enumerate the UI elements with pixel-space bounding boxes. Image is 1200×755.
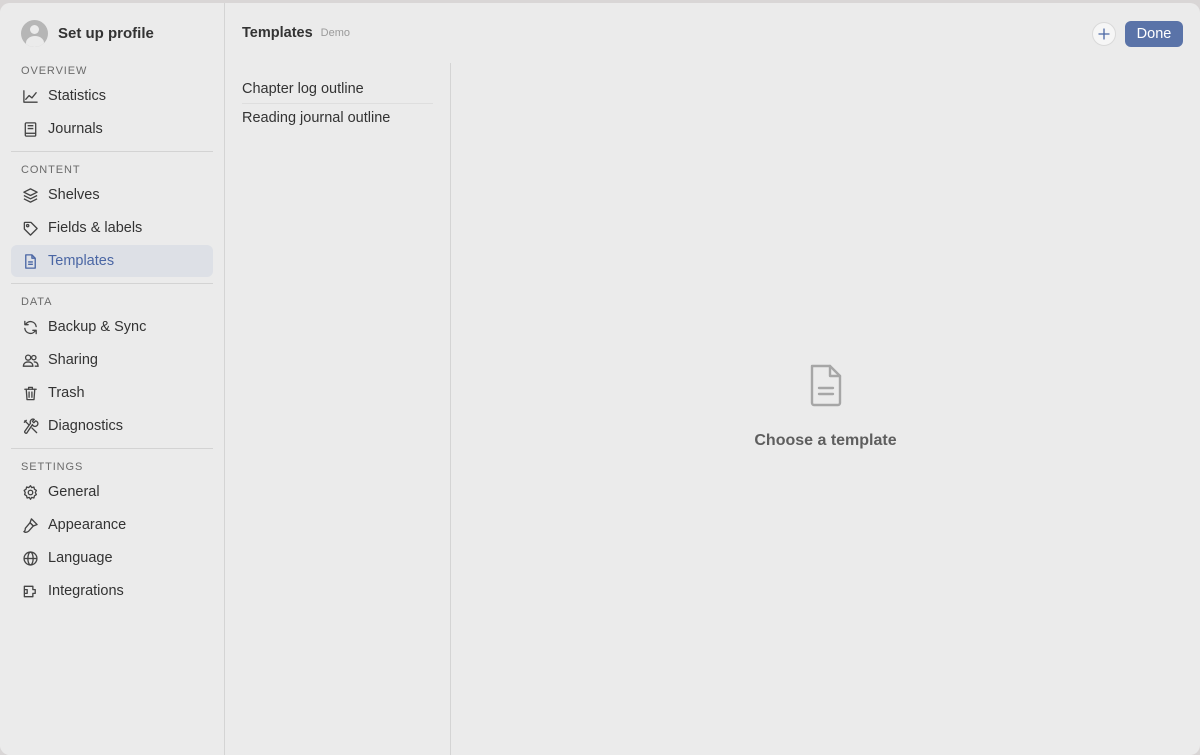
- sidebar-item-label: Integrations: [48, 583, 124, 599]
- page-title: Templates: [242, 25, 313, 41]
- sidebar-item-label: Templates: [48, 253, 115, 269]
- section-title-settings: SETTINGS: [21, 461, 84, 473]
- sidebar-item-trash[interactable]: Trash: [11, 377, 213, 409]
- people-icon: [21, 351, 39, 369]
- sync-icon: [21, 318, 39, 336]
- sidebar-item-journals[interactable]: Journals: [11, 113, 213, 145]
- sidebar-item-label: Fields & labels: [48, 220, 143, 236]
- main-pane: Templates Demo Done Chapter log outline …: [225, 3, 1200, 755]
- profile-button[interactable]: Set up profile: [11, 3, 213, 63]
- sidebar-item-label: Appearance: [48, 517, 127, 533]
- templates-list: Chapter log outline Reading journal outl…: [225, 63, 451, 755]
- sidebar: Set up profile OVERVIEW Statistics Journ…: [0, 3, 225, 755]
- book-icon: [21, 120, 39, 138]
- document-icon: [810, 364, 841, 407]
- sidebar-item-label: Diagnostics: [48, 418, 123, 434]
- header: Templates Demo Done: [225, 3, 1200, 63]
- plus-icon: [1098, 28, 1110, 40]
- sidebar-item-label: Language: [48, 550, 113, 566]
- sidebar-item-templates[interactable]: Templates: [11, 245, 213, 277]
- section-title-overview: OVERVIEW: [21, 65, 88, 77]
- gear-icon: [21, 483, 39, 501]
- sidebar-item-sharing[interactable]: Sharing: [11, 344, 213, 376]
- sidebar-item-label: Shelves: [48, 187, 100, 203]
- sidebar-item-fields-labels[interactable]: Fields & labels: [11, 212, 213, 244]
- sidebar-divider: [11, 448, 213, 449]
- sidebar-item-backup-sync[interactable]: Backup & Sync: [11, 311, 213, 343]
- settings-window: Set up profile OVERVIEW Statistics Journ…: [0, 3, 1200, 755]
- sidebar-item-label: Backup & Sync: [48, 319, 147, 335]
- sidebar-item-label: Trash: [48, 385, 85, 401]
- add-template-button[interactable]: [1092, 22, 1116, 46]
- sidebar-divider: [11, 283, 213, 284]
- sidebar-item-language[interactable]: Language: [11, 542, 213, 574]
- sidebar-item-diagnostics[interactable]: Diagnostics: [11, 410, 213, 442]
- globe-icon: [21, 549, 39, 567]
- plug-icon: [21, 582, 39, 600]
- sidebar-item-label: Journals: [48, 121, 103, 137]
- empty-state: Choose a template: [451, 363, 1200, 450]
- trash-icon: [21, 384, 39, 402]
- section-title-data: DATA: [21, 296, 53, 308]
- avatar-icon: [21, 19, 48, 47]
- sidebar-item-integrations[interactable]: Integrations: [11, 575, 213, 607]
- empty-state-label: Choose a template: [754, 432, 897, 449]
- tools-icon: [21, 417, 39, 435]
- demo-badge: Demo: [320, 27, 350, 39]
- done-button[interactable]: Done: [1125, 21, 1183, 47]
- sidebar-item-appearance[interactable]: Appearance: [11, 509, 213, 541]
- list-item[interactable]: Reading journal outline: [242, 104, 433, 133]
- tag-icon: [21, 219, 39, 237]
- sidebar-item-label: Statistics: [48, 88, 107, 104]
- sidebar-item-label: General: [48, 484, 100, 500]
- sidebar-item-statistics[interactable]: Statistics: [11, 80, 213, 112]
- template-detail: Choose a template: [451, 63, 1200, 755]
- sidebar-divider: [11, 151, 213, 152]
- layers-icon: [21, 186, 39, 204]
- sidebar-item-general[interactable]: General: [11, 476, 213, 508]
- sidebar-item-shelves[interactable]: Shelves: [11, 179, 213, 211]
- brush-icon: [21, 516, 39, 534]
- section-title-content: CONTENT: [21, 164, 81, 176]
- list-item[interactable]: Chapter log outline: [242, 75, 433, 104]
- chart-line-icon: [21, 87, 39, 105]
- sidebar-item-label: Sharing: [48, 352, 98, 368]
- profile-label: Set up profile: [58, 24, 154, 42]
- document-icon: [21, 252, 39, 270]
